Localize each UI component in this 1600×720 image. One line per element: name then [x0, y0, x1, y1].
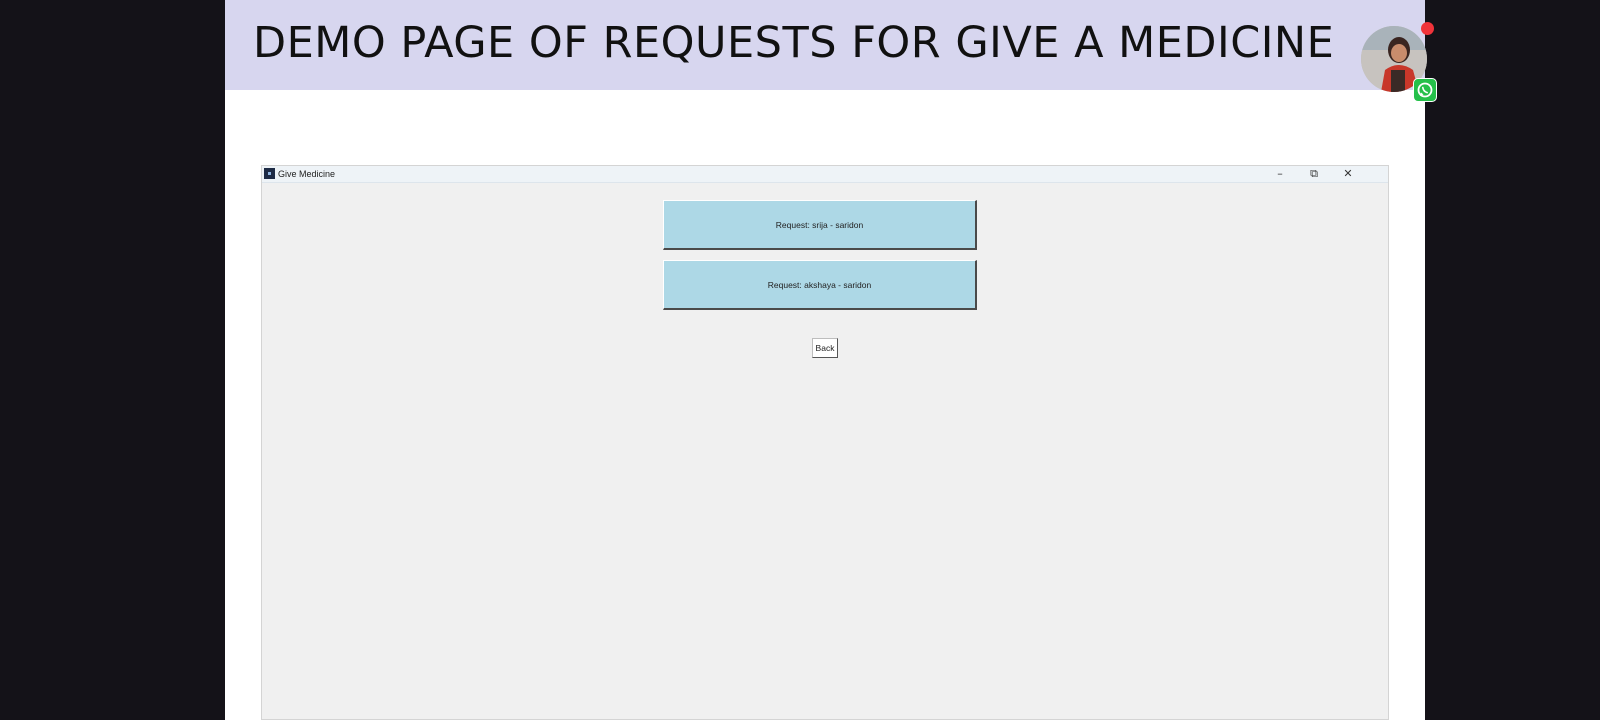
request-button-srija[interactable]: Request: srija - saridon	[663, 200, 977, 250]
recording-indicator-icon	[1421, 22, 1434, 35]
request-button-akshaya[interactable]: Request: akshaya - saridon	[663, 260, 977, 310]
slide-title: DEMO PAGE OF REQUESTS FOR GIVE A MEDICIN…	[253, 18, 1335, 68]
minimize-button[interactable]: –	[1272, 167, 1288, 181]
whatsapp-icon[interactable]	[1413, 78, 1437, 102]
back-button[interactable]: Back	[812, 338, 838, 358]
app-feather-icon	[264, 168, 275, 179]
window-titlebar[interactable]: Give Medicine – ⧉ ✕	[262, 166, 1388, 183]
close-button[interactable]: ✕	[1340, 167, 1356, 181]
slide-banner: DEMO PAGE OF REQUESTS FOR GIVE A MEDICIN…	[225, 0, 1425, 90]
window-title: Give Medicine	[278, 169, 336, 179]
presentation-slide: DEMO PAGE OF REQUESTS FOR GIVE A MEDICIN…	[225, 0, 1437, 720]
restore-button[interactable]: ⧉	[1306, 167, 1322, 181]
give-medicine-window: Give Medicine – ⧉ ✕ Request: srija - sar…	[261, 165, 1389, 720]
